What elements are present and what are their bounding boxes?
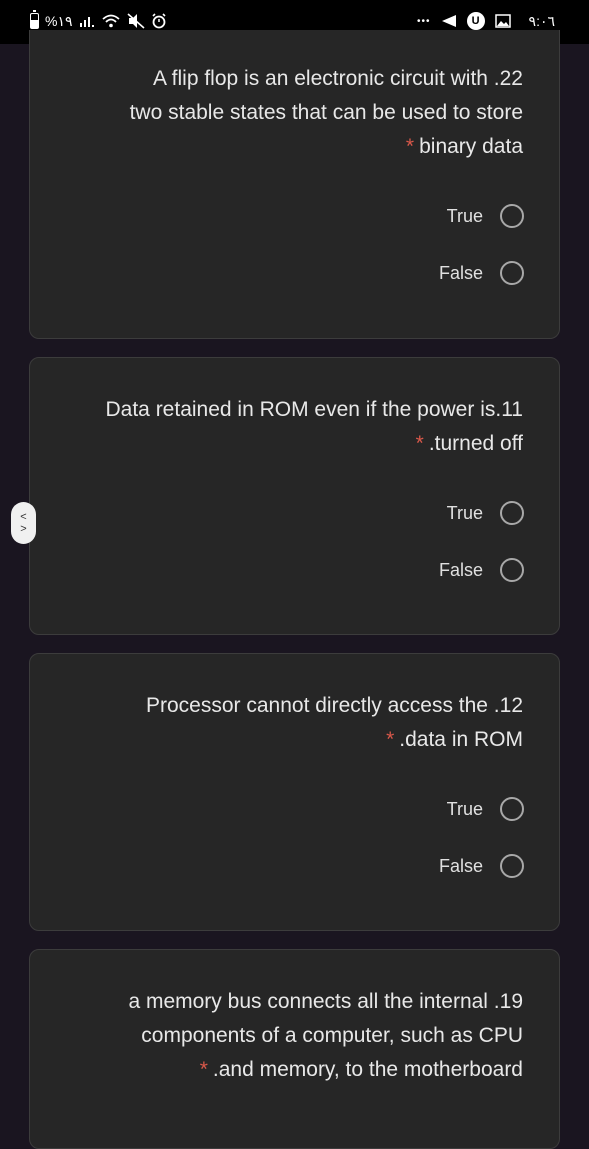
question-text: Data retained in ROM even if the power i… — [53, 393, 524, 461]
side-panel-handle[interactable]: < > — [11, 502, 36, 544]
question-line-end: binary data — [419, 135, 523, 158]
required-asterisk: * — [405, 135, 415, 158]
option-true[interactable]: True — [447, 797, 524, 821]
battery-percent: %١٩ — [45, 12, 73, 29]
radio-button[interactable] — [500, 558, 524, 582]
question-line: components of a computer, such as CPU — [141, 1024, 523, 1047]
required-asterisk: * — [199, 1058, 208, 1081]
option-label: False — [438, 855, 483, 876]
question-card: Processor cannot directly access the .12… — [29, 653, 560, 931]
question-line-end: .and memory, to the motherboard — [212, 1058, 523, 1081]
radio-button[interactable] — [500, 261, 524, 285]
question-line: Processor cannot directly access the .12 — [145, 694, 523, 717]
option-true[interactable]: True — [447, 204, 524, 228]
option-label: True — [446, 205, 483, 226]
question-card: A flip flop is an electronic circuit wit… — [29, 30, 560, 339]
battery-icon — [30, 10, 39, 29]
option-true[interactable]: True — [447, 501, 524, 525]
chevron-down-icon: > — [20, 523, 27, 535]
option-false[interactable]: False — [439, 854, 524, 878]
radio-button[interactable] — [500, 501, 524, 525]
radio-button[interactable] — [500, 854, 524, 878]
radio-button[interactable] — [500, 797, 524, 821]
option-false[interactable]: False — [439, 261, 524, 285]
question-line: a memory bus connects all the internal .… — [128, 990, 523, 1013]
status-right: ••• U ٩:٠٦ — [417, 11, 555, 31]
question-line: * .and memory, to the motherboard — [53, 1053, 523, 1087]
option-label: True — [446, 798, 483, 819]
question-card: a memory bus connects all the internal .… — [29, 949, 560, 1149]
question-text: a memory bus connects all the internal .… — [53, 985, 523, 1087]
question-line-end: .data in ROM — [399, 728, 523, 751]
option-false[interactable]: False — [439, 558, 524, 582]
signal-icon — [79, 17, 94, 27]
option-label: False — [438, 559, 483, 580]
question-line: * .data in ROM — [53, 723, 523, 757]
clock: ٩:٠٦ — [528, 12, 555, 29]
question-line: * .turned off — [53, 427, 523, 461]
app-notification-icon: U — [466, 12, 485, 30]
mute-icon — [126, 13, 145, 29]
alarm-icon — [151, 13, 166, 29]
radio-button[interactable] — [500, 204, 524, 228]
question-card: Data retained in ROM even if the power i… — [29, 357, 560, 635]
send-icon — [441, 15, 456, 27]
required-asterisk: * — [415, 432, 424, 455]
wifi-icon — [101, 14, 120, 28]
status-left: %١٩ — [30, 10, 167, 31]
question-text: Processor cannot directly access the .12… — [53, 689, 523, 757]
chevron-up-icon: < — [20, 511, 27, 523]
option-label: False — [438, 262, 483, 283]
option-label: True — [446, 502, 483, 523]
question-line: Data retained in ROM even if the power i… — [105, 398, 524, 421]
required-asterisk: * — [386, 728, 395, 751]
question-line: A flip flop is an electronic circuit wit… — [152, 67, 523, 90]
question-line: two stable states that can be used to st… — [129, 101, 523, 124]
question-line-end: .turned off — [428, 432, 523, 455]
question-text: A flip flop is an electronic circuit wit… — [53, 62, 523, 164]
image-icon — [494, 14, 511, 28]
more-notifications-icon: ••• — [417, 15, 431, 27]
question-line: * binary data — [53, 130, 523, 164]
